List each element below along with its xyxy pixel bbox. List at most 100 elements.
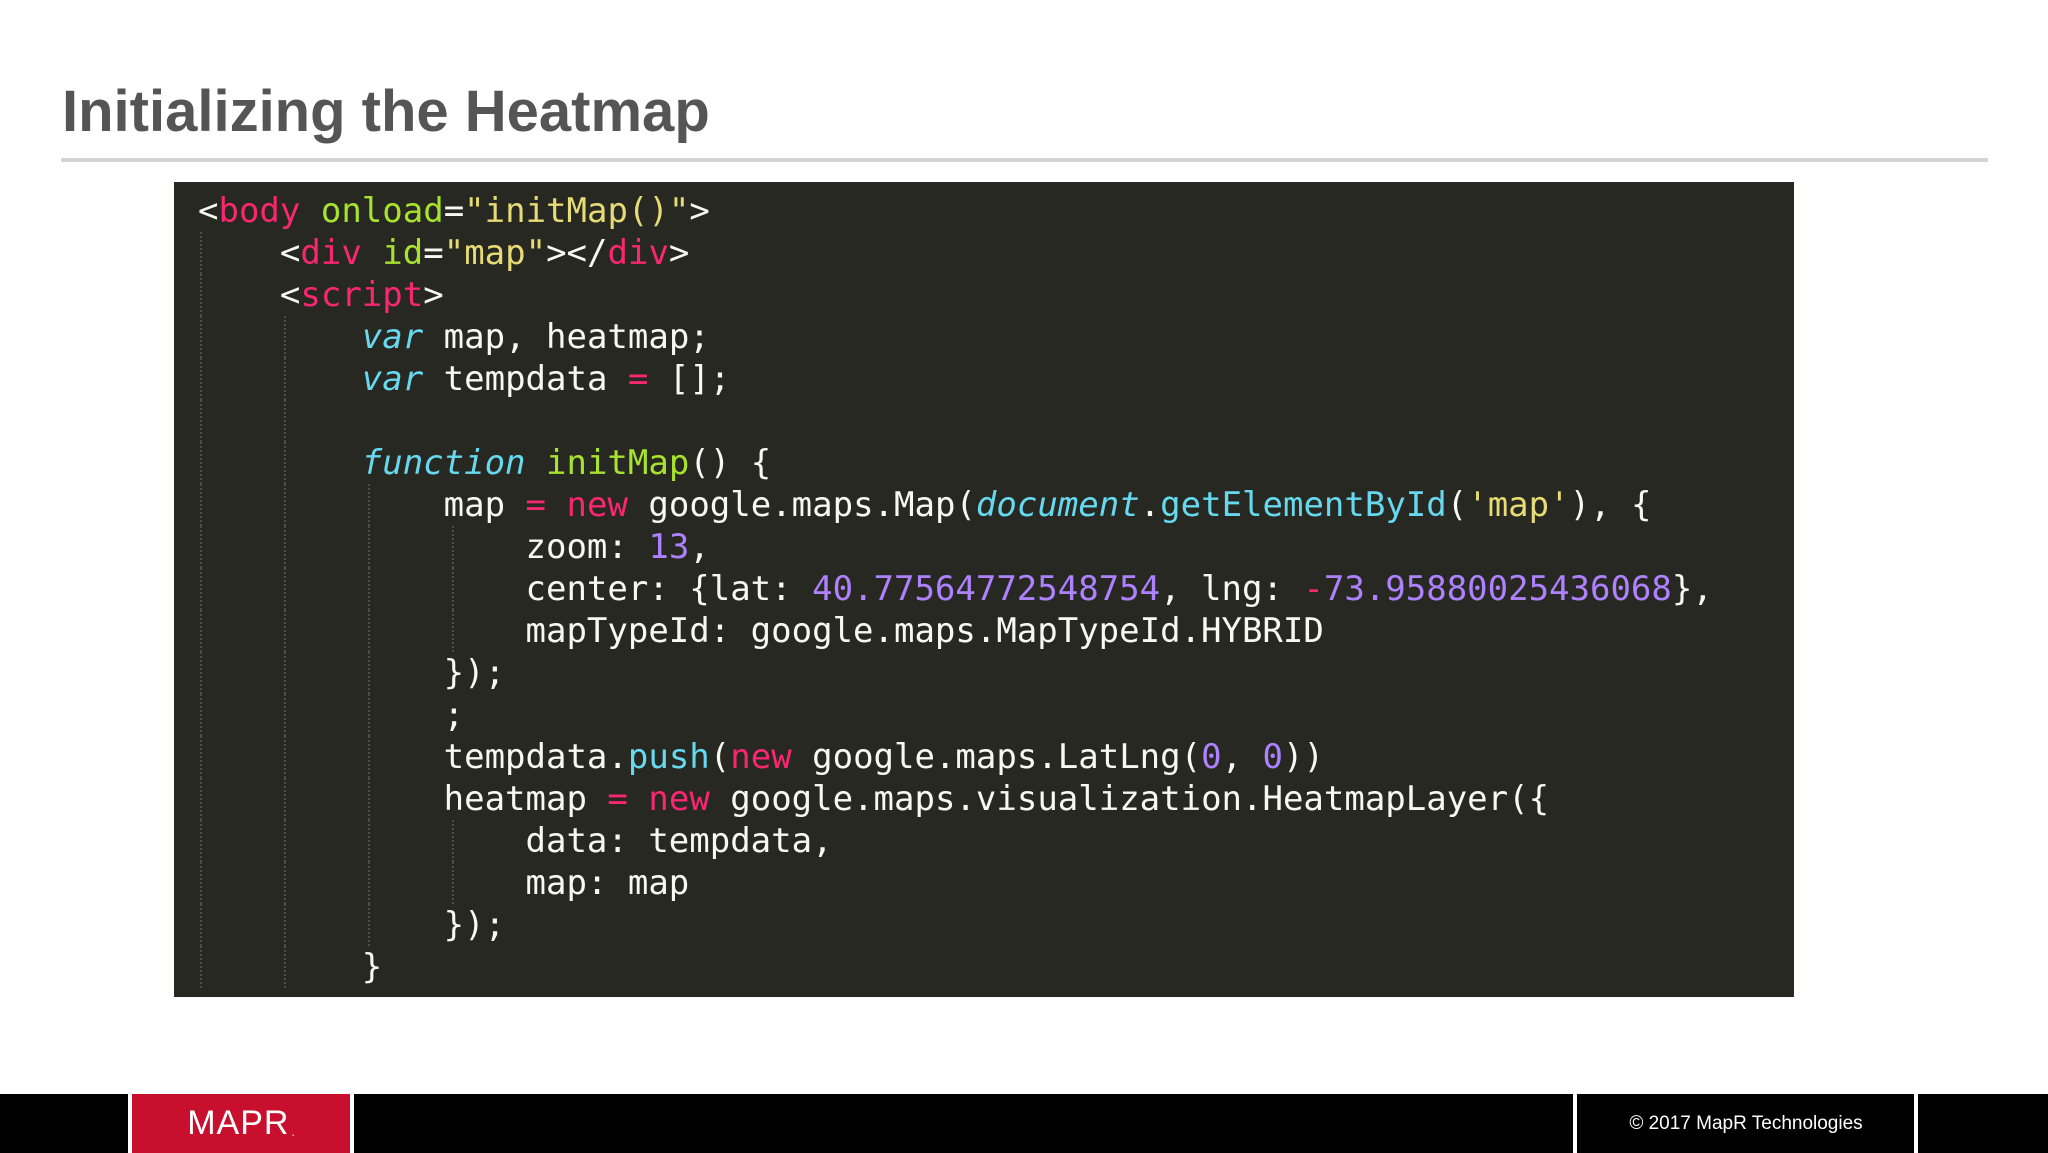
- footer-divider: [1573, 1094, 1577, 1153]
- code-token: var: [361, 317, 424, 357]
- code-token: google.maps.LatLng(: [791, 737, 1202, 777]
- indent-guide: [200, 232, 202, 274]
- code-screenshot: <body onload="initMap()"> <div id="map">…: [174, 182, 1794, 997]
- code-token: });: [443, 653, 506, 693]
- code-token: }: [361, 947, 383, 987]
- logo-wordmark: MAPR: [187, 1104, 290, 1142]
- code-token: () {: [689, 443, 772, 483]
- code-token: ,: [689, 527, 710, 567]
- indent-guide: [452, 820, 454, 862]
- code-token: 13: [648, 527, 690, 567]
- indent-guide: [452, 862, 454, 904]
- code-token: mapTypeId: google.maps.MapTypeId.HYBRID: [525, 611, 1324, 651]
- code-token: <: [279, 275, 301, 315]
- code-line: <script>: [198, 274, 1713, 316]
- code-token: 73.95880025436068: [1323, 569, 1672, 609]
- code-token: ), {: [1569, 485, 1652, 525]
- code-token: 'map': [1467, 485, 1570, 525]
- code-line: heatmap = new google.maps.visualization.…: [198, 778, 1713, 820]
- indent-guide: [452, 568, 454, 610]
- code-line: });: [198, 904, 1713, 946]
- code-token: =: [607, 779, 628, 819]
- code-token: id: [382, 233, 424, 273]
- code-token: >: [423, 275, 444, 315]
- indent-guide: [200, 484, 202, 526]
- indent-guide: [368, 862, 370, 904]
- indent-guide: [200, 652, 202, 694]
- code-line: zoom: 13,: [198, 526, 1713, 568]
- code-line: data: tempdata,: [198, 820, 1713, 862]
- copyright-text: © 2017 MapR Technologies: [1629, 1113, 1863, 1134]
- logo-mark: .: [291, 1125, 295, 1139]
- code-token: new: [648, 779, 710, 819]
- footer-divider: [128, 1094, 132, 1153]
- indent-guide: [368, 778, 370, 820]
- code-token: data: tempdata,: [525, 821, 833, 861]
- mapr-logo: MAPR .: [132, 1094, 350, 1153]
- indent-guide: [284, 862, 286, 904]
- code-line: map: map: [198, 862, 1713, 904]
- code-lines: <body onload="initMap()"> <div id="map">…: [198, 190, 1713, 988]
- code-token: (: [709, 737, 731, 777]
- code-token: <: [198, 191, 219, 231]
- code-token: , lng:: [1160, 569, 1304, 609]
- indent-guide: [200, 904, 202, 946]
- indent-guide: [452, 526, 454, 568]
- code-token: -: [1303, 569, 1324, 609]
- code-token: var: [361, 359, 424, 399]
- code-token: )): [1283, 737, 1324, 777]
- code-token: body: [218, 191, 301, 231]
- code-token: google.maps.Map(: [627, 485, 976, 525]
- code-line: });: [198, 652, 1713, 694]
- indent-guide: [284, 358, 286, 400]
- code-line: var tempdata = [];: [198, 358, 1713, 400]
- indent-guide: [284, 442, 286, 484]
- indent-guide: [284, 946, 286, 988]
- code-token: script: [300, 275, 424, 315]
- indent-guide: [200, 568, 202, 610]
- indent-guide: [200, 400, 202, 442]
- code-token: center: {lat:: [525, 569, 813, 609]
- indent-guide: [200, 946, 202, 988]
- footer-divider: [350, 1094, 354, 1153]
- code-token: "initMap()": [464, 191, 690, 231]
- code-token: (: [1446, 485, 1468, 525]
- code-line: center: {lat: 40.77564772548754, lng: -7…: [198, 568, 1713, 610]
- indent-guide: [200, 526, 202, 568]
- code-token: 40.77564772548754: [812, 569, 1161, 609]
- indent-guide: [284, 694, 286, 736]
- code-token: tempdata.: [443, 737, 628, 777]
- code-token: =: [525, 485, 547, 525]
- code-token: [];: [648, 359, 731, 399]
- code-token: "map": [443, 233, 547, 273]
- indent-guide: [284, 568, 286, 610]
- indent-guide: [200, 610, 202, 652]
- code-token: push: [627, 737, 710, 777]
- footer-divider: [1914, 1094, 1918, 1153]
- code-token: document: [975, 485, 1140, 525]
- code-token: ,: [1221, 737, 1263, 777]
- indent-guide: [200, 820, 202, 862]
- indent-guide: [284, 904, 286, 946]
- code-token: =: [443, 191, 465, 231]
- code-token: >: [668, 233, 690, 273]
- code-token: heatmap: [443, 779, 608, 819]
- code-line: <div id="map"></div>: [198, 232, 1713, 274]
- indent-guide: [284, 820, 286, 862]
- indent-guide: [368, 694, 370, 736]
- code-line: map = new google.maps.Map(document.getEl…: [198, 484, 1713, 526]
- code-token: map: map: [525, 863, 690, 903]
- indent-guide: [284, 400, 286, 442]
- code-token: getElementById: [1160, 485, 1447, 525]
- code-line: <body onload="initMap()">: [198, 190, 1713, 232]
- code-line: }: [198, 946, 1713, 988]
- indent-guide: [284, 736, 286, 778]
- indent-guide: [284, 778, 286, 820]
- code-token: .: [1139, 485, 1161, 525]
- code-token: });: [443, 905, 506, 945]
